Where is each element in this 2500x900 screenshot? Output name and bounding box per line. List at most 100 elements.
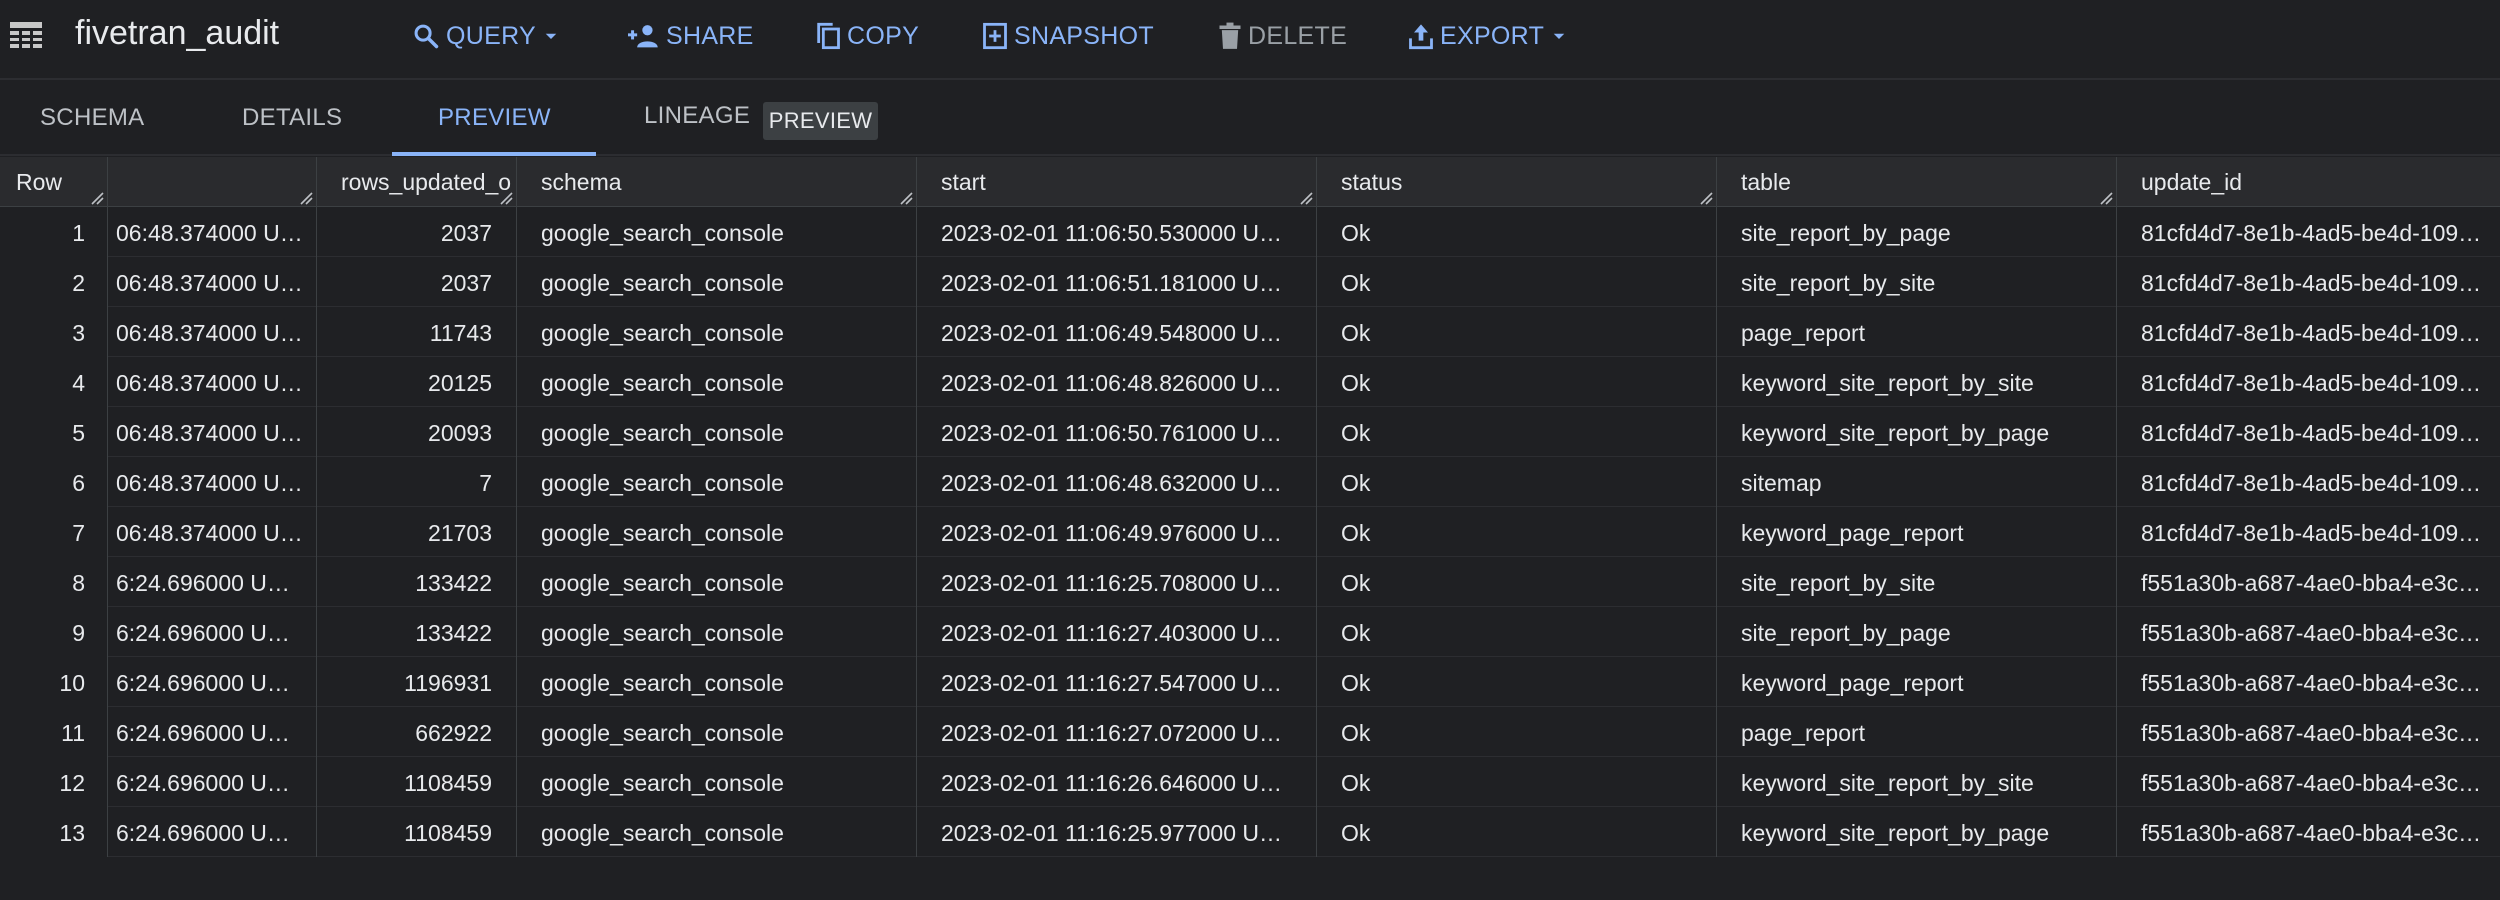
table-row[interactable]: 3 06:48.374000 U… 11743 google_search_conso… <box>0 307 2500 357</box>
cell-status[interactable]: Ok <box>1317 557 1717 607</box>
cell-update-id[interactable]: 81cfd4d7-8e1b-4ad5-be4d-109… <box>2117 207 2500 257</box>
cell-table[interactable]: site_report_by_site <box>1717 557 2117 607</box>
cell-schema[interactable]: google_search_console <box>517 257 917 307</box>
cell-rows-updated[interactable]: 20093 <box>317 407 517 457</box>
share-button[interactable]: SHARE <box>628 20 754 52</box>
cell-schema[interactable]: google_search_console <box>517 807 917 857</box>
resize-handle-icon[interactable] <box>2099 191 2113 205</box>
cell-start[interactable]: 2023-02-01 11:06:49.548000 U… <box>917 307 1317 357</box>
export-button[interactable]: EXPORT <box>1408 20 1568 52</box>
column-header-update-id[interactable]: update_id <box>2117 157 2500 207</box>
cell-timestamp[interactable]: 06:48.374000 U… <box>108 507 317 557</box>
cell-schema[interactable]: google_search_console <box>517 607 917 657</box>
cell-start[interactable]: 2023-02-01 11:06:49.976000 U… <box>917 507 1317 557</box>
cell-start[interactable]: 2023-02-01 11:06:51.181000 U… <box>917 257 1317 307</box>
cell-rows-updated[interactable]: 20125 <box>317 357 517 407</box>
cell-start[interactable]: 2023-02-01 11:06:48.826000 U… <box>917 357 1317 407</box>
cell-row-number[interactable]: 11 <box>0 707 108 757</box>
cell-update-id[interactable]: 81cfd4d7-8e1b-4ad5-be4d-109… <box>2117 457 2500 507</box>
cell-timestamp[interactable]: 6:24.696000 U… <box>108 807 317 857</box>
copy-button[interactable]: COPY <box>815 20 919 52</box>
resize-handle-icon[interactable] <box>1699 191 1713 205</box>
cell-table[interactable]: keyword_page_report <box>1717 507 2117 557</box>
query-button[interactable]: QUERY <box>412 20 560 52</box>
cell-rows-updated[interactable]: 11743 <box>317 307 517 357</box>
resize-handle-icon[interactable] <box>499 191 513 205</box>
cell-update-id[interactable]: 81cfd4d7-8e1b-4ad5-be4d-109… <box>2117 507 2500 557</box>
cell-rows-updated[interactable]: 1196931 <box>317 657 517 707</box>
tab-preview[interactable]: PREVIEW <box>438 104 551 132</box>
cell-timestamp[interactable]: 06:48.374000 U… <box>108 407 317 457</box>
cell-schema[interactable]: google_search_console <box>517 557 917 607</box>
table-row[interactable]: 10 6:24.696000 U… 1196931 google_search_con… <box>0 657 2500 707</box>
cell-row-number[interactable]: 13 <box>0 807 108 857</box>
cell-table[interactable]: keyword_site_report_by_page <box>1717 807 2117 857</box>
cell-table[interactable]: site_report_by_page <box>1717 607 2117 657</box>
cell-row-number[interactable]: 12 <box>0 757 108 807</box>
cell-rows-updated[interactable]: 1108459 <box>317 807 517 857</box>
table-row[interactable]: 2 06:48.374000 U… 2037 google_search_consol… <box>0 257 2500 307</box>
tab-details[interactable]: DETAILS <box>242 104 342 132</box>
resize-handle-icon[interactable] <box>299 191 313 205</box>
cell-start[interactable]: 2023-02-01 11:06:50.761000 U… <box>917 407 1317 457</box>
cell-update-id[interactable]: f551a30b-a687-4ae0-bba4-e3c… <box>2117 807 2500 857</box>
cell-timestamp[interactable]: 6:24.696000 U… <box>108 607 317 657</box>
resize-handle-icon[interactable] <box>899 191 913 205</box>
table-row[interactable]: 12 6:24.696000 U… 1108459 google_search_con… <box>0 757 2500 807</box>
cell-timestamp[interactable]: 06:48.374000 U… <box>108 307 317 357</box>
cell-start[interactable]: 2023-02-01 11:16:26.646000 U… <box>917 757 1317 807</box>
cell-status[interactable]: Ok <box>1317 357 1717 407</box>
cell-table[interactable]: keyword_site_report_by_page <box>1717 407 2117 457</box>
tab-schema[interactable]: SCHEMA <box>40 104 144 132</box>
column-header-row[interactable]: Row <box>0 157 108 207</box>
cell-rows-updated[interactable]: 662922 <box>317 707 517 757</box>
cell-table[interactable]: site_report_by_page <box>1717 207 2117 257</box>
column-header-rows-updated[interactable]: rows_updated_o <box>317 157 517 207</box>
cell-schema[interactable]: google_search_console <box>517 207 917 257</box>
cell-row-number[interactable]: 10 <box>0 657 108 707</box>
cell-timestamp[interactable]: 06:48.374000 U… <box>108 357 317 407</box>
cell-row-number[interactable]: 8 <box>0 557 108 607</box>
cell-start[interactable]: 2023-02-01 11:06:50.530000 U… <box>917 207 1317 257</box>
cell-row-number[interactable]: 1 <box>0 207 108 257</box>
cell-timestamp[interactable]: 06:48.374000 U… <box>108 257 317 307</box>
cell-timestamp[interactable]: 6:24.696000 U… <box>108 657 317 707</box>
column-header-timestamp[interactable] <box>108 157 317 207</box>
column-header-start[interactable]: start <box>917 157 1317 207</box>
cell-status[interactable]: Ok <box>1317 207 1717 257</box>
cell-start[interactable]: 2023-02-01 11:16:27.403000 U… <box>917 607 1317 657</box>
cell-rows-updated[interactable]: 133422 <box>317 557 517 607</box>
cell-status[interactable]: Ok <box>1317 257 1717 307</box>
table-row[interactable]: 4 06:48.374000 U… 20125 google_search_conso… <box>0 357 2500 407</box>
cell-table[interactable]: page_report <box>1717 307 2117 357</box>
cell-table[interactable]: keyword_site_report_by_site <box>1717 357 2117 407</box>
cell-row-number[interactable]: 3 <box>0 307 108 357</box>
cell-start[interactable]: 2023-02-01 11:16:25.977000 U… <box>917 807 1317 857</box>
cell-update-id[interactable]: 81cfd4d7-8e1b-4ad5-be4d-109… <box>2117 407 2500 457</box>
cell-row-number[interactable]: 9 <box>0 607 108 657</box>
cell-update-id[interactable]: f551a30b-a687-4ae0-bba4-e3c… <box>2117 707 2500 757</box>
cell-table[interactable]: page_report <box>1717 707 2117 757</box>
cell-start[interactable]: 2023-02-01 11:16:25.708000 U… <box>917 557 1317 607</box>
table-row[interactable]: 8 6:24.696000 U… 133422 google_search_conso… <box>0 557 2500 607</box>
table-row[interactable]: 7 06:48.374000 U… 21703 google_search_conso… <box>0 507 2500 557</box>
cell-timestamp[interactable]: 06:48.374000 U… <box>108 457 317 507</box>
cell-status[interactable]: Ok <box>1317 507 1717 557</box>
cell-status[interactable]: Ok <box>1317 457 1717 507</box>
cell-schema[interactable]: google_search_console <box>517 507 917 557</box>
cell-status[interactable]: Ok <box>1317 807 1717 857</box>
cell-update-id[interactable]: f551a30b-a687-4ae0-bba4-e3c… <box>2117 557 2500 607</box>
cell-row-number[interactable]: 7 <box>0 507 108 557</box>
cell-update-id[interactable]: 81cfd4d7-8e1b-4ad5-be4d-109… <box>2117 357 2500 407</box>
cell-rows-updated[interactable]: 2037 <box>317 207 517 257</box>
cell-rows-updated[interactable]: 1108459 <box>317 757 517 807</box>
cell-start[interactable]: 2023-02-01 11:06:48.632000 U… <box>917 457 1317 507</box>
tab-lineage[interactable]: LINEAGE <box>644 102 750 130</box>
table-row[interactable]: 13 6:24.696000 U… 1108459 google_search_con… <box>0 807 2500 857</box>
resize-handle-icon[interactable] <box>90 191 104 205</box>
cell-update-id[interactable]: 81cfd4d7-8e1b-4ad5-be4d-109… <box>2117 307 2500 357</box>
cell-timestamp[interactable]: 6:24.696000 U… <box>108 757 317 807</box>
cell-status[interactable]: Ok <box>1317 407 1717 457</box>
cell-timestamp[interactable]: 06:48.374000 U… <box>108 207 317 257</box>
column-header-table[interactable]: table <box>1717 157 2117 207</box>
